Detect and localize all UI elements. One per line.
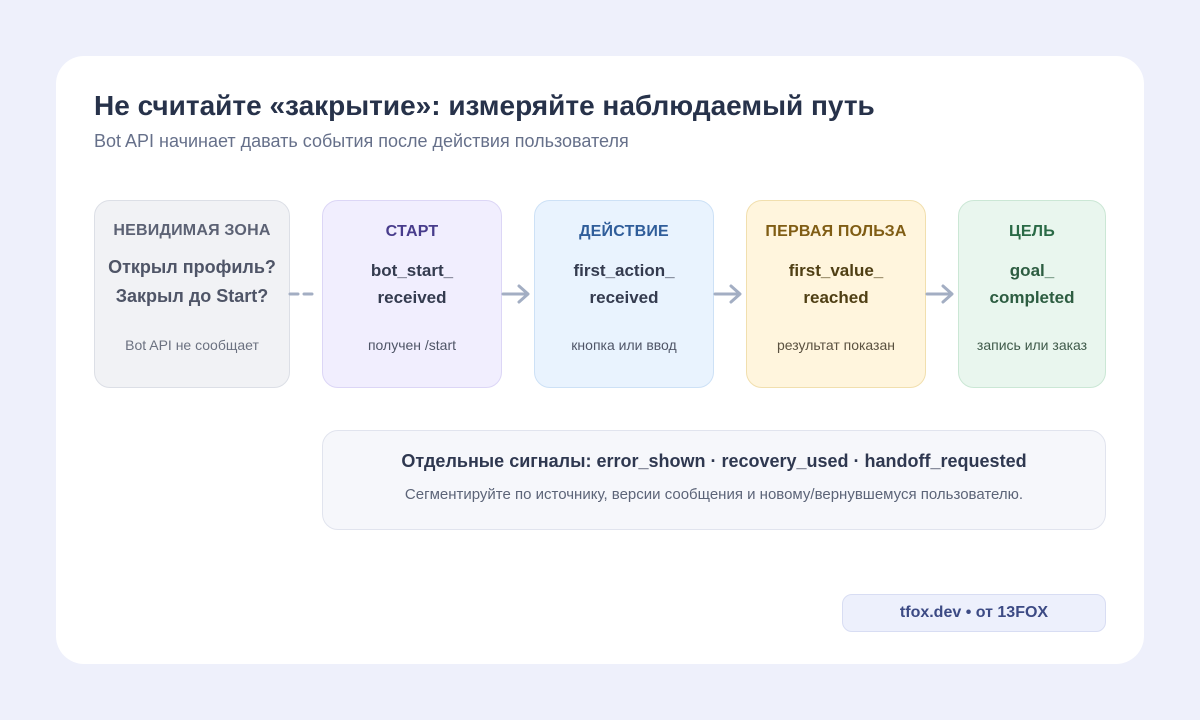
stage-event: first_value_ reached	[789, 257, 884, 311]
stage-event-line: Открыл профиль?	[108, 257, 276, 277]
stage-event-line: reached	[803, 288, 869, 307]
stage-event: Открыл профиль? Закрыл до Start?	[108, 253, 276, 311]
stage-event-line: goal_	[1009, 261, 1055, 280]
stage-label: ЦЕЛЬ	[1009, 223, 1055, 240]
stage-goal: ЦЕЛЬ goal_ completed запись или заказ	[958, 200, 1106, 388]
stage-label: ПЕРВАЯ ПОЛЬЗА	[765, 223, 907, 240]
stage-event-line: bot_start_	[370, 261, 454, 280]
stage-note: запись или заказ	[976, 337, 1088, 353]
stage-label: СТАРТ	[385, 223, 439, 240]
stage-event-line: Закрыл до Start?	[115, 286, 269, 306]
stage-event-line: first_action_	[573, 261, 675, 280]
stage-event-line: received	[377, 288, 447, 307]
stage-event-line: first_value_	[788, 261, 884, 280]
brand-badge[interactable]: tfox.dev • от 13FOX	[842, 594, 1106, 632]
stage-event-line: completed	[989, 288, 1075, 307]
stage-label: НЕВИДИМАЯ ЗОНА	[113, 222, 271, 239]
stage-event: bot_start_ received	[371, 257, 453, 311]
stage-event: first_action_ received	[573, 257, 674, 311]
stage-first-value: ПЕРВАЯ ПОЛЬЗА first_value_ reached резул…	[746, 200, 926, 388]
stage-note: получен /start	[367, 337, 457, 353]
separate-signals-panel: Отдельные сигналы: error_shown · recover…	[322, 430, 1106, 530]
page-title: Не считайте «закрытие»: измеряйте наблюд…	[94, 90, 875, 121]
signals-description: Сегментируйте по источнику, версии сообщ…	[404, 486, 1024, 503]
stage-invisible-zone: НЕВИДИМАЯ ЗОНА Открыл профиль? Закрыл до…	[94, 200, 290, 388]
page-subtitle: Bot API начинает давать события после де…	[94, 131, 629, 151]
stage-note: результат показан	[777, 337, 895, 353]
stage-note: Bot API не сообщает	[125, 337, 259, 353]
stage-start: СТАРТ bot_start_ received получен /start	[322, 200, 502, 388]
stage-event-line: received	[589, 288, 659, 307]
stage-label: ДЕЙСТВИЕ	[579, 223, 669, 240]
stage-event: goal_ completed	[989, 257, 1074, 311]
stage-action: ДЕЙСТВИЕ first_action_ received кнопка и…	[534, 200, 714, 388]
stage-note: кнопка или ввод	[571, 337, 677, 353]
signals-headline: Отдельные сигналы: error_shown · recover…	[401, 451, 1027, 471]
